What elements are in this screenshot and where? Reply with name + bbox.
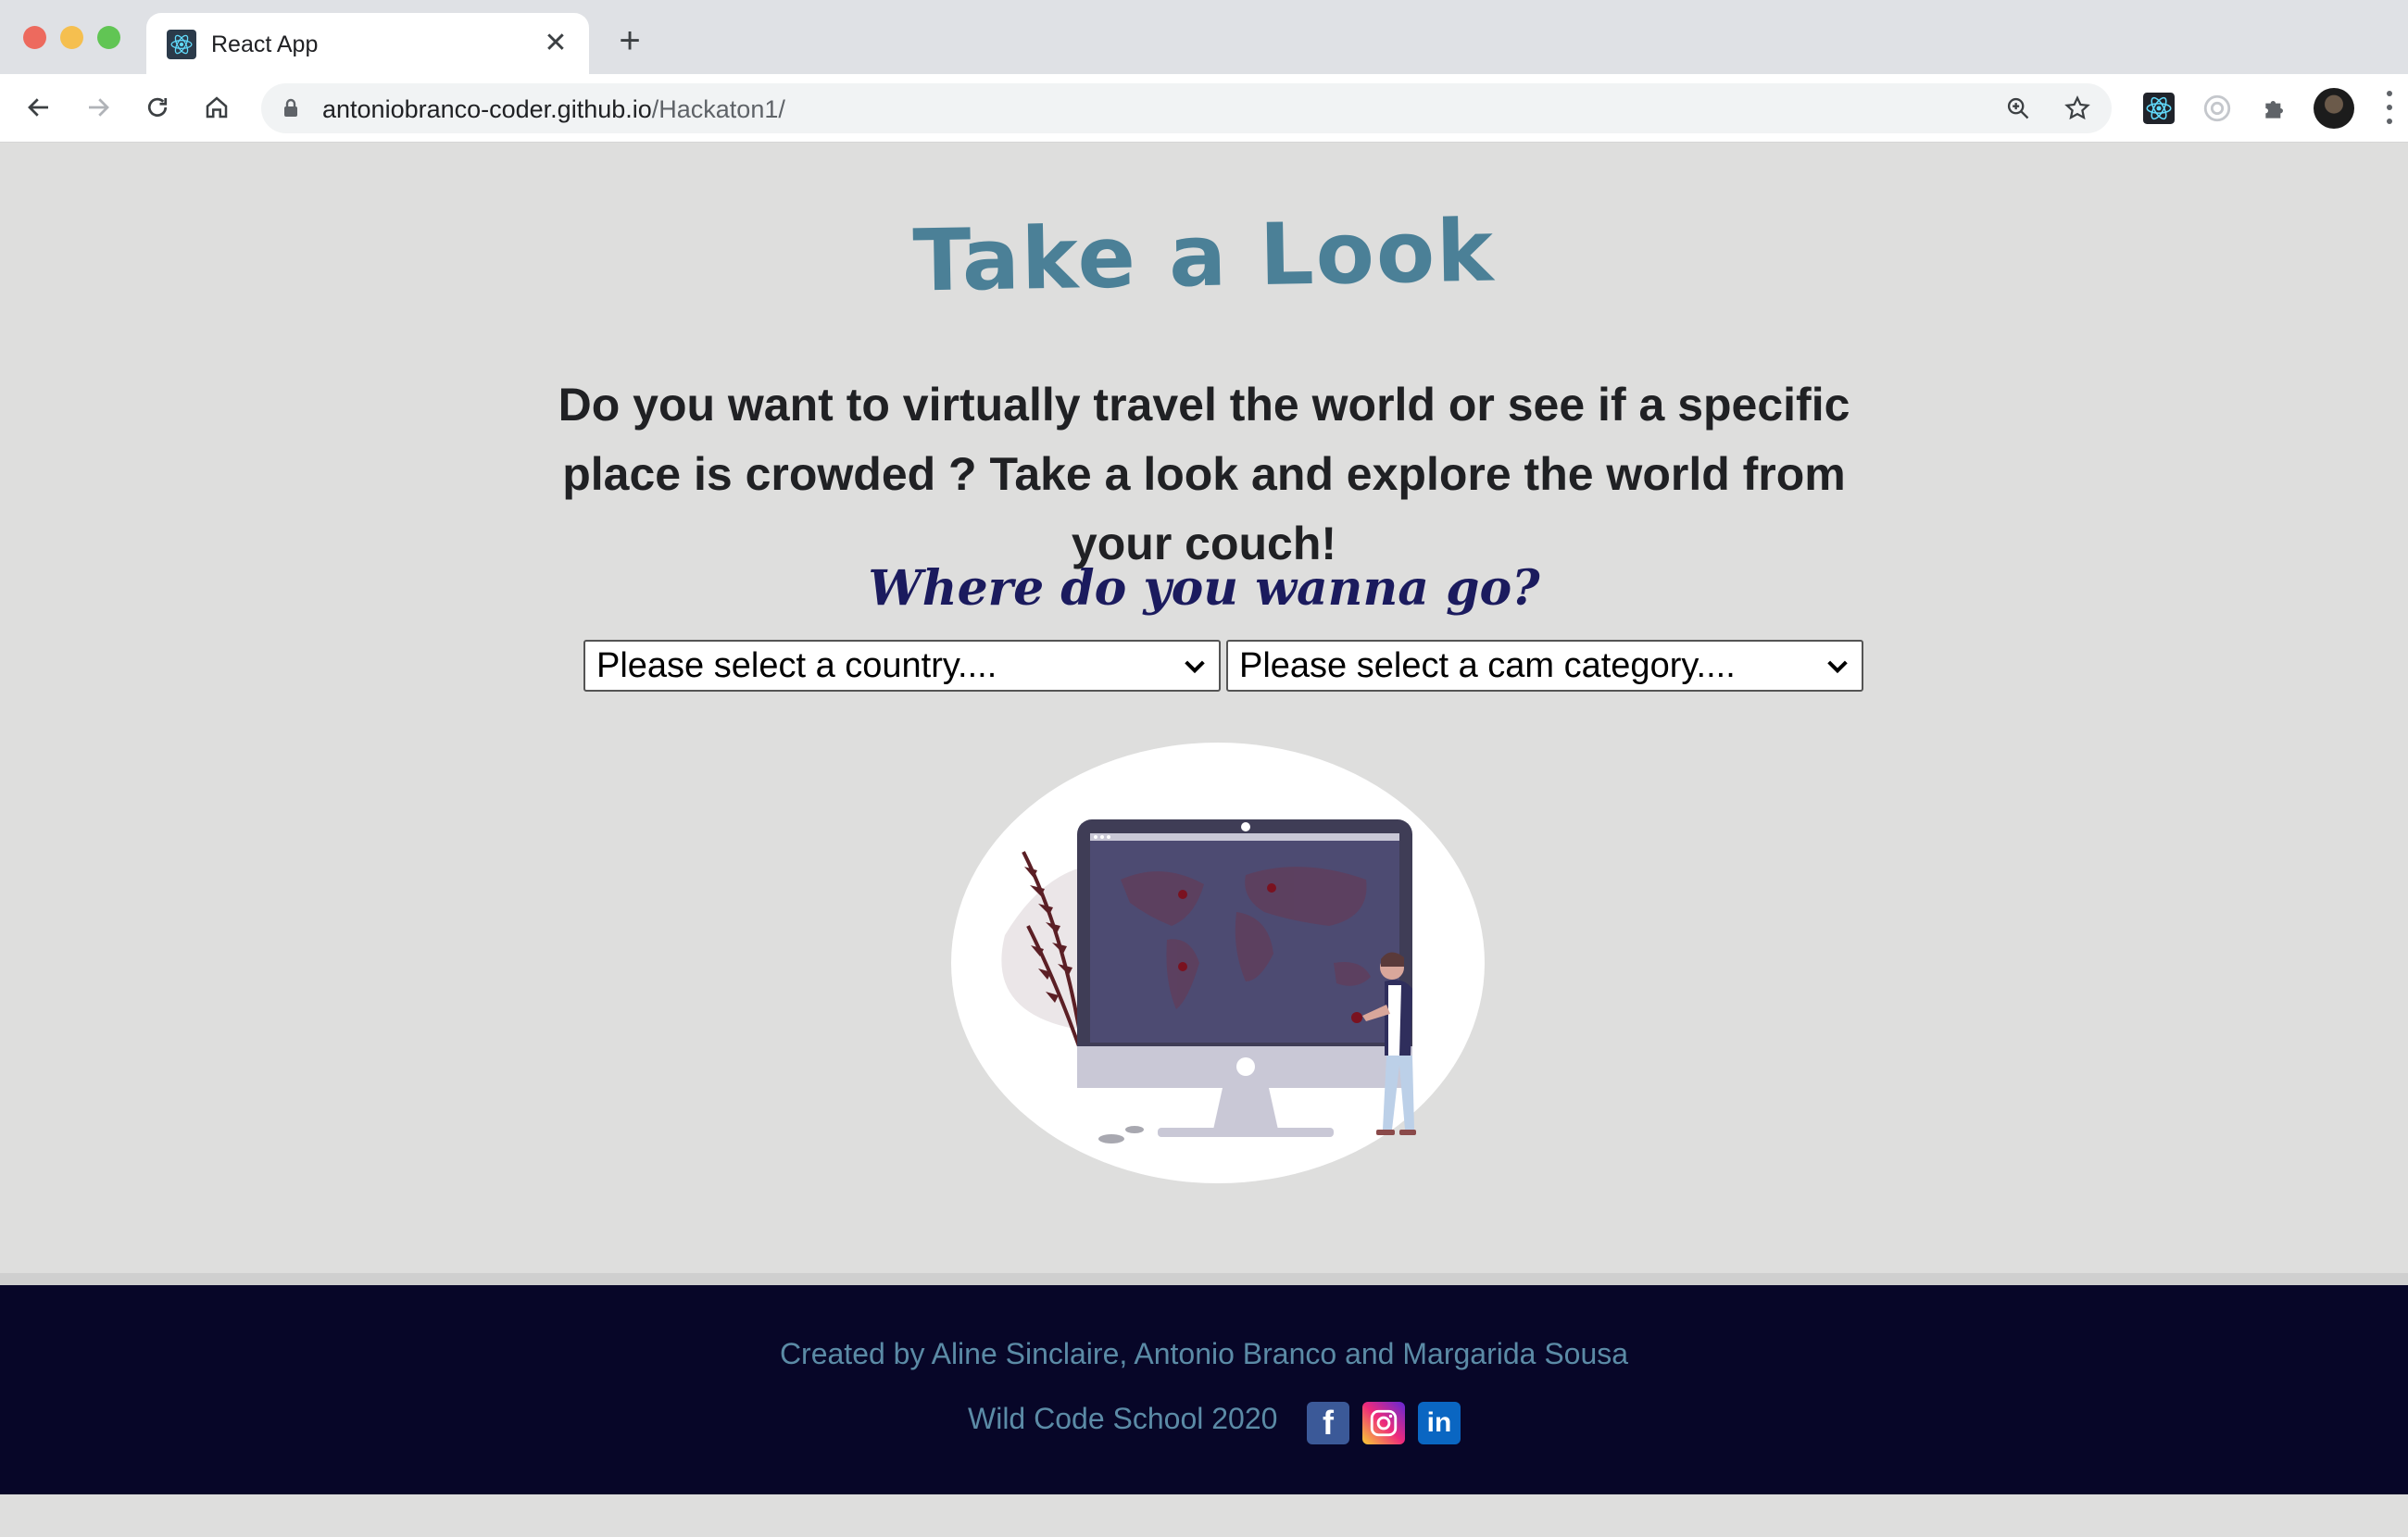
browser-toolbar: antoniobranco-coder.github.io/Hackaton1/ <box>0 74 2408 143</box>
category-select[interactable]: Please select a cam category.... <box>1226 640 1863 692</box>
tab-title: React App <box>211 31 319 57</box>
browser-tab[interactable]: React App ✕ <box>146 13 589 74</box>
chevron-down-icon <box>1827 660 1848 674</box>
browser-tab-bar: React App ✕ + <box>0 0 2408 74</box>
page-title: Take a Look <box>911 201 1497 311</box>
linkedin-icon[interactable]: in <box>1418 1402 1461 1444</box>
country-select-value: Please select a country.... <box>596 646 997 685</box>
minimize-window-button[interactable] <box>60 26 83 49</box>
category-select-value: Please select a cam category.... <box>1239 646 1736 685</box>
forward-icon[interactable] <box>78 87 119 128</box>
intro-text: Do you want to virtually travel the worl… <box>558 379 1850 569</box>
react-favicon-icon <box>167 30 196 59</box>
menu-icon[interactable] <box>2380 87 2399 128</box>
page-content: Take a Look Do you want to virtually tra… <box>0 144 2408 1273</box>
close-window-button[interactable] <box>23 26 46 49</box>
chevron-down-icon <box>1185 660 1205 674</box>
footer-school: Wild Code School 2020 <box>968 1402 1278 1435</box>
profile-avatar[interactable] <box>2314 88 2354 129</box>
facebook-icon[interactable]: f <box>1307 1402 1349 1444</box>
address-bar[interactable]: antoniobranco-coder.github.io/Hackaton1/ <box>261 83 2112 133</box>
url-text: antoniobranco-coder.github.io/Hackaton1/ <box>322 95 785 123</box>
country-select[interactable]: Please select a country.... <box>583 640 1221 692</box>
puzzle-icon[interactable] <box>2256 89 2295 128</box>
page-bottom-strip <box>0 1494 2408 1537</box>
reload-icon[interactable] <box>137 87 178 128</box>
bookmark-star-icon[interactable] <box>2062 93 2093 124</box>
lock-icon <box>284 98 297 117</box>
footer-credits: Created by Aline Sinclaire, Antonio Bran… <box>779 1337 1629 1370</box>
tab-close-icon[interactable]: ✕ <box>537 24 574 61</box>
new-tab-icon[interactable]: + <box>611 22 648 61</box>
footer: Created by Aline Sinclaire, Antonio Bran… <box>0 1285 2408 1494</box>
react-devtools-icon[interactable] <box>2139 89 2178 128</box>
extension-icon[interactable] <box>2198 89 2237 128</box>
maximize-window-button[interactable] <box>97 26 120 49</box>
zoom-icon[interactable] <box>2002 93 2034 124</box>
home-icon[interactable] <box>196 87 237 128</box>
destination-question: Where do you wanna go? <box>868 560 1540 617</box>
instagram-icon[interactable] <box>1362 1402 1405 1444</box>
world-monitor-illustration <box>951 743 1485 1183</box>
back-icon[interactable] <box>19 87 59 128</box>
footer-divider <box>0 1273 2408 1285</box>
